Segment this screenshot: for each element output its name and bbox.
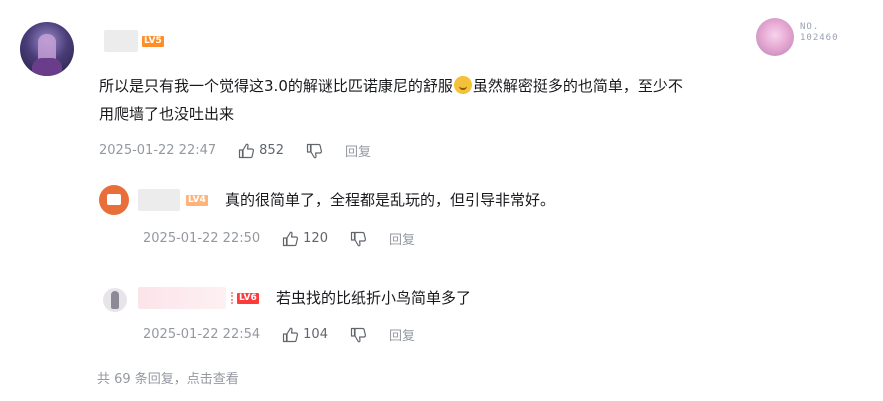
reply-avatar[interactable] [103,288,127,312]
reply-divider [231,292,235,304]
reply-meta: 2025-01-22 22:50 120 回复 [143,229,415,248]
comment-text: 所以是只有我一个觉得这3.0的解谜比匹诺康尼的舒服 虽然解密挺多的也简单，至少不 [99,76,683,95]
reply-timestamp: 2025-01-22 22:50 [143,231,261,246]
like-count: 852 [259,143,284,158]
thumbs-up-icon [283,231,299,246]
badge-number: NO. 102460 [800,22,839,43]
avatar-body [32,58,62,76]
laugh-emoji-icon [453,76,472,94]
thumbs-down-icon [350,231,367,246]
reply-text: 若虫找的比纸折小鸟简单多了 [276,289,472,307]
dislike-button[interactable] [306,143,323,159]
thumbs-up-icon [283,327,299,342]
reply-meta: 2025-01-22 22:54 104 回复 [143,325,415,344]
fan-badge[interactable]: NO. 102460 [756,18,861,58]
thumbs-down-icon [350,327,367,342]
thumbs-up-icon [239,143,255,158]
reply-button[interactable]: 回复 [345,141,371,160]
reply-dislike-button[interactable] [350,231,367,247]
reply-like-count: 104 [303,327,328,342]
reply-avatar[interactable] [99,185,129,215]
view-more-replies-link[interactable]: 共 69 条回复，点击查看 [97,368,239,387]
reply-like-button[interactable]: 120 [282,231,328,247]
comment-meta: 2025-01-22 22:47 852 回复 [99,141,371,160]
reply-level-badge: LV6 [237,293,259,304]
comment-text-line2: 用爬墙了也没吐出来 [99,105,235,123]
like-button[interactable]: 852 [238,143,284,159]
username[interactable] [104,30,138,52]
reply-dislike-button[interactable] [350,327,367,343]
reply-text: 真的很简单了，全程都是乱玩的，但引导非常好。 [225,191,556,209]
reply-reply-button[interactable]: 回复 [389,229,415,248]
badge-character-icon [756,18,794,56]
timestamp: 2025-01-22 22:47 [99,143,217,158]
reply-like-button[interactable]: 104 [282,327,328,343]
reply-level-badge: LV4 [186,195,208,206]
thumbs-down-icon [306,143,323,158]
reply-timestamp: 2025-01-22 22:54 [143,327,261,342]
avatar[interactable] [20,22,74,76]
reply-like-count: 120 [303,231,328,246]
reply-username[interactable] [138,287,226,309]
reply-username[interactable] [138,189,180,211]
level-badge: LV5 [142,36,164,47]
reply-reply-button[interactable]: 回复 [389,325,415,344]
